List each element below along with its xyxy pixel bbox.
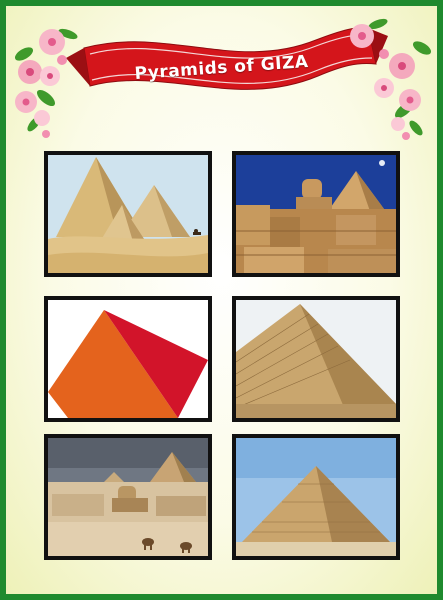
photo-sphinx-pyramid — [232, 151, 400, 277]
photo-pyramid-illustration — [44, 296, 212, 422]
photo-great-pyramid-front — [232, 434, 400, 560]
photo-pyramids-desert — [44, 151, 212, 277]
poster: Pyramids of GIZA — [0, 0, 443, 600]
photo-giza-plateau-camels — [44, 434, 212, 560]
photo-great-pyramid-closeup — [232, 296, 400, 422]
flower-cluster-right — [350, 18, 432, 140]
